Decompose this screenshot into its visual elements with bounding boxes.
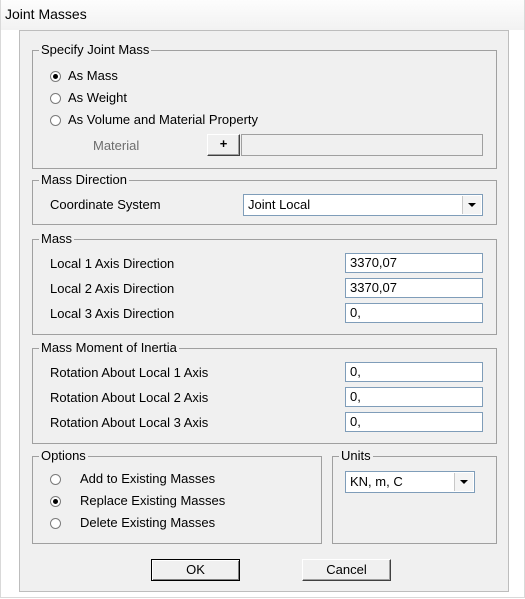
rotation-local-3-label: Rotation About Local 3 Axis: [50, 415, 209, 430]
options-group: Options Add to Existing Masses Replace E…: [32, 448, 322, 544]
local-1-axis-field[interactable]: 3370,07: [345, 253, 483, 273]
cancel-button[interactable]: Cancel: [302, 559, 391, 581]
specify-joint-mass-group: Specify Joint Mass As Mass As Weight As …: [32, 42, 497, 169]
rotation-local-1-field[interactable]: 0,: [345, 362, 483, 382]
coordinate-system-label: Coordinate System: [50, 197, 161, 212]
local-3-axis-field[interactable]: 0,: [345, 303, 483, 323]
rotation-local-2-field[interactable]: 0,: [345, 387, 483, 407]
as-weight-radio[interactable]: [50, 93, 61, 104]
joint-masses-dialog: Joint Masses Specify Joint Mass As Mass …: [0, 0, 525, 598]
delete-existing-label[interactable]: Delete Existing Masses: [80, 515, 215, 531]
rotation-local-1-label: Rotation About Local 1 Axis: [50, 365, 209, 380]
replace-existing-label[interactable]: Replace Existing Masses: [80, 493, 225, 509]
as-mass-radio[interactable]: [50, 71, 61, 82]
ok-button[interactable]: OK: [151, 559, 240, 581]
material-field[interactable]: [241, 134, 483, 156]
mass-moment-of-inertia-group: Mass Moment of Inertia Rotation About Lo…: [32, 340, 497, 444]
coordinate-system-dropdown[interactable]: Joint Local: [243, 194, 483, 216]
mass-direction-group: Mass Direction Coordinate System Joint L…: [32, 172, 497, 225]
local-3-axis-label: Local 3 Axis Direction: [50, 306, 175, 321]
chevron-down-icon[interactable]: [462, 196, 481, 214]
local-1-axis-label: Local 1 Axis Direction: [50, 256, 175, 271]
rotation-local-2-label: Rotation About Local 2 Axis: [50, 390, 209, 405]
rotation-local-3-field[interactable]: 0,: [345, 412, 483, 432]
as-mass-label[interactable]: As Mass: [68, 68, 118, 84]
material-label: Material: [93, 138, 140, 153]
add-existing-radio[interactable]: [50, 474, 61, 485]
as-volume-label[interactable]: As Volume and Material Property: [68, 112, 258, 128]
mass-legend: Mass: [39, 231, 75, 247]
local-2-axis-label: Local 2 Axis Direction: [50, 281, 175, 296]
mass-moment-of-inertia-legend: Mass Moment of Inertia: [39, 340, 179, 356]
delete-existing-radio[interactable]: [50, 518, 61, 529]
coordinate-system-value: Joint Local: [248, 197, 311, 212]
add-existing-label[interactable]: Add to Existing Masses: [80, 471, 215, 487]
dialog-title: Joint Masses: [5, 6, 87, 22]
mass-direction-legend: Mass Direction: [39, 172, 129, 188]
specify-joint-mass-legend: Specify Joint Mass: [39, 42, 152, 58]
options-legend: Options: [39, 448, 88, 464]
as-weight-label[interactable]: As Weight: [68, 90, 127, 106]
as-volume-radio[interactable]: [50, 115, 61, 126]
chevron-down-icon[interactable]: [454, 473, 473, 491]
units-value: KN, m, C: [350, 474, 403, 489]
material-add-button[interactable]: +: [207, 134, 240, 156]
units-group: Units KN, m, C: [332, 448, 497, 544]
replace-existing-radio[interactable]: [50, 496, 61, 507]
mass-group: Mass Local 1 Axis Direction 3370,07 Loca…: [32, 231, 497, 335]
dialog-body: Specify Joint Mass As Mass As Weight As …: [19, 30, 509, 592]
local-2-axis-field[interactable]: 3370,07: [345, 278, 483, 298]
title-bar: Joint Masses: [1, 0, 524, 30]
units-dropdown[interactable]: KN, m, C: [345, 471, 475, 493]
units-legend: Units: [339, 448, 373, 464]
